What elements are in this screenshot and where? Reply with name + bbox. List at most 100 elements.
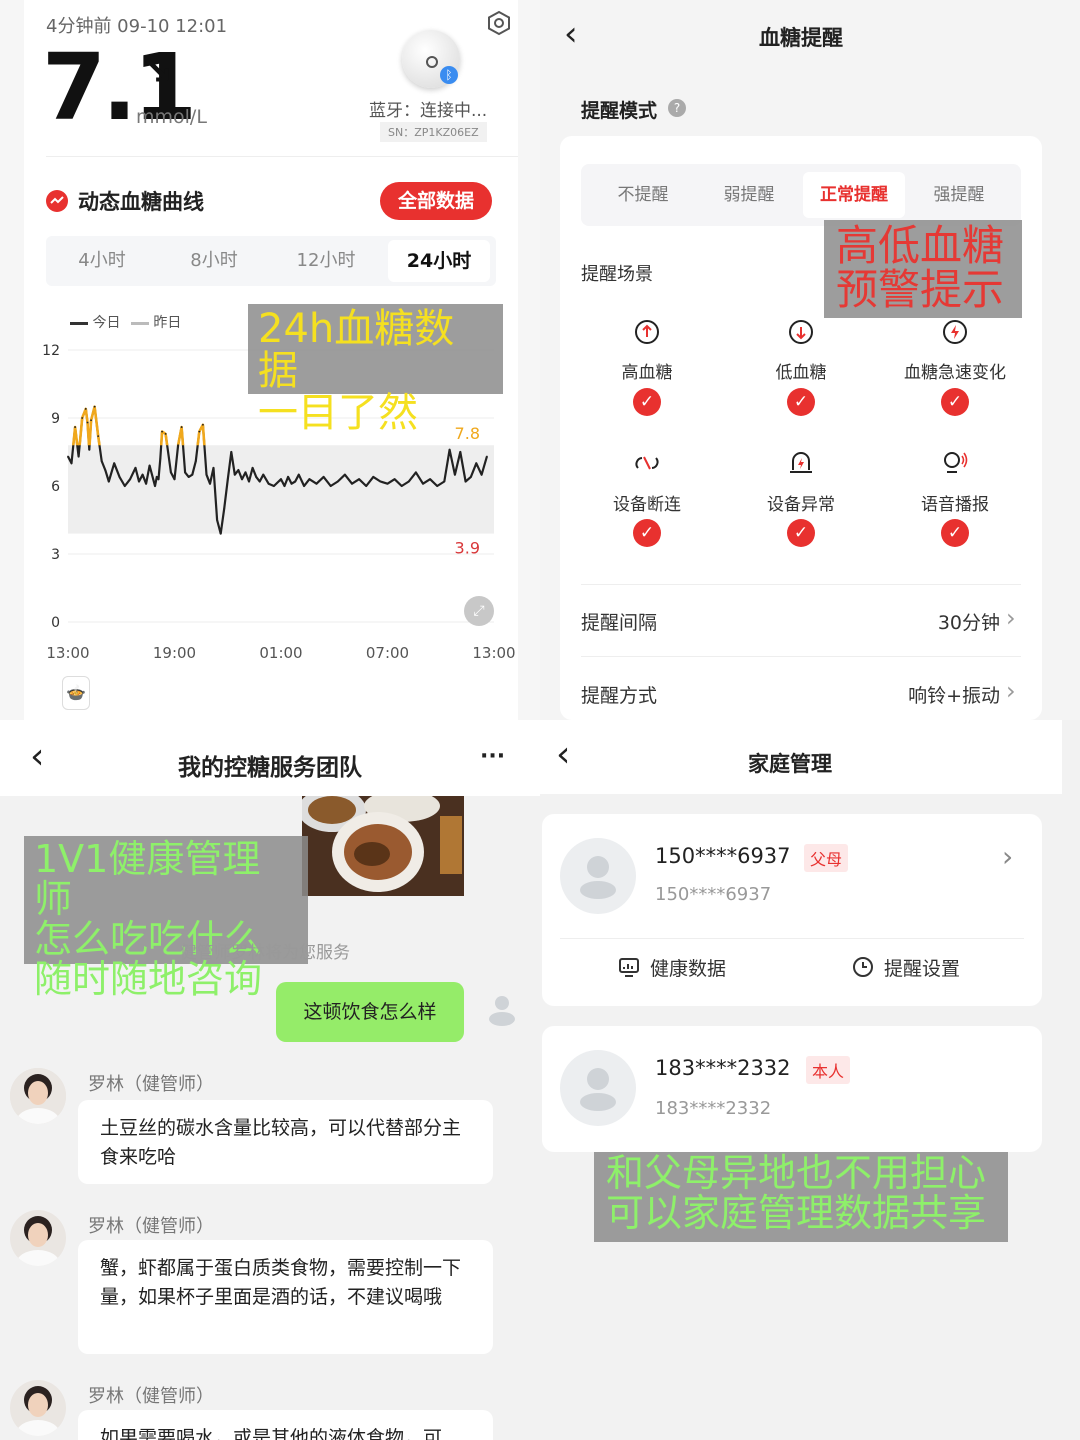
- method-value[interactable]: 响铃+振动: [860, 681, 1000, 708]
- scene-voice: 语音播报: [921, 495, 989, 515]
- data-point: [161, 430, 163, 433]
- health-data-link[interactable]: 健康数据: [650, 954, 726, 981]
- data-point: [219, 532, 222, 535]
- tab-12h[interactable]: 12小时: [278, 236, 374, 286]
- glucose-panel: 4分钟前 09-10 12:01 7.1 ↘ mmol/L ᛒ 蓝牙：连接中..…: [0, 0, 540, 720]
- advisor-message[interactable]: 土豆丝的碳水含量比较高，可以代替部分主食来吃哈: [78, 1100, 493, 1184]
- sender-name: 罗林（健管师）: [88, 1216, 214, 1237]
- data-point: [113, 462, 116, 465]
- reminder-settings-link[interactable]: 提醒设置: [884, 954, 960, 981]
- divider: [46, 156, 518, 157]
- data-point: [470, 476, 472, 478]
- advisor-message[interactable]: 如果需要喝水，或是其他的液体食物，可: [78, 1410, 493, 1440]
- advisor-avatar[interactable]: [10, 1068, 66, 1124]
- chevron-right-icon[interactable]: ›: [1006, 604, 1016, 632]
- mode-weak[interactable]: 弱提醒: [697, 172, 801, 218]
- data-point: [107, 480, 110, 483]
- scene-rapid-check[interactable]: ✓: [941, 388, 969, 416]
- bluetooth-icon: ᛒ: [440, 66, 458, 84]
- tab-4h[interactable]: 4小时: [54, 236, 150, 286]
- glucose-card: 4分钟前 09-10 12:01 7.1 ↘ mmol/L ᛒ 蓝牙：连接中..…: [24, 0, 518, 720]
- more-icon[interactable]: ···: [480, 744, 505, 769]
- overlay-line: 高低血糖: [836, 221, 1005, 270]
- method-label: 提醒方式: [581, 685, 658, 707]
- scene-low-check[interactable]: ✓: [787, 388, 815, 416]
- page-title: 我的控糖服务团队: [178, 755, 362, 781]
- scene-voice-check[interactable]: ✓: [941, 519, 969, 547]
- data-point: [393, 478, 396, 481]
- chevron-right-icon[interactable]: ›: [1006, 677, 1016, 705]
- member-tag: 父母: [804, 844, 849, 872]
- mode-strong[interactable]: 强提醒: [907, 172, 1011, 218]
- data-point: [237, 469, 240, 472]
- curve-icon: [46, 190, 68, 212]
- meal-icon[interactable]: 🍲: [62, 676, 90, 710]
- data-point: [379, 480, 382, 483]
- data-point: [138, 480, 140, 483]
- mode-off[interactable]: 不提醒: [591, 172, 695, 218]
- overlay-line: 1V1健康管理师: [34, 837, 261, 921]
- data-point: [205, 473, 208, 476]
- data-point: [344, 473, 346, 476]
- divider: [581, 584, 1021, 585]
- scene-disconnect-check[interactable]: ✓: [633, 519, 661, 547]
- data-point: [230, 451, 233, 453]
- interval-label: 提醒间隔: [581, 612, 658, 634]
- data-point: [198, 430, 201, 433]
- chevron-right-icon[interactable]: ›: [1002, 840, 1013, 873]
- advisor-avatar[interactable]: [10, 1210, 66, 1266]
- glucose-unit: mmol/L: [136, 106, 207, 128]
- tab-8h[interactable]: 8小时: [166, 236, 262, 286]
- help-icon[interactable]: ?: [668, 99, 686, 117]
- tab-24h[interactable]: 24小时: [388, 240, 490, 282]
- data-point: [415, 471, 417, 474]
- member-card[interactable]: 150****6937 父母 150****6937 › 健康数据 提醒设置: [542, 814, 1042, 1006]
- data-point: [81, 417, 84, 419]
- data-point: [436, 485, 439, 487]
- data-point: [329, 485, 332, 487]
- broken-link-icon: [632, 448, 662, 478]
- data-point: [70, 462, 73, 465]
- data-point: [202, 423, 204, 426]
- expand-icon[interactable]: ⤢: [464, 596, 494, 626]
- arrow-up-icon: [632, 316, 662, 346]
- advisor-message[interactable]: 蟹，虾都属于蛋白质类食物，需要控制一下量，如果杯子里面是酒的话，不建议喝哦: [78, 1240, 493, 1354]
- bluetooth-status: 蓝牙：连接中...: [369, 101, 488, 121]
- legend-today-swatch: [70, 321, 88, 325]
- data-point: [152, 478, 155, 481]
- settings-hex-icon[interactable]: [486, 10, 512, 36]
- x-tick-label: 19:00: [153, 644, 196, 662]
- data-point: [448, 448, 451, 451]
- data-point: [400, 485, 403, 487]
- data-point: [287, 476, 289, 478]
- data-point: [157, 478, 160, 481]
- user-message-bubble[interactable]: 这顿饮食怎么样: [276, 982, 464, 1042]
- member-tag: 本人: [806, 1056, 851, 1084]
- mode-normal[interactable]: 正常提醒: [803, 172, 905, 218]
- data-point: [93, 405, 96, 408]
- data-point: [145, 482, 147, 485]
- data-point: [248, 480, 250, 483]
- advisor-avatar[interactable]: [10, 1380, 66, 1436]
- data-point: [100, 460, 103, 462]
- meal-photo[interactable]: [302, 796, 464, 896]
- data-point: [77, 455, 80, 458]
- divider: [581, 656, 1021, 657]
- data-point: [88, 448, 91, 451]
- x-tick-label: 07:00: [366, 644, 409, 662]
- legend-yesterday-swatch: [130, 321, 149, 325]
- data-point: [67, 455, 69, 458]
- data-point: [187, 476, 190, 478]
- team-panel: ‹ 我的控糖服务团队 ··· 1V1健康管理师 怎么吃吃什么 随时随地咨询 健管…: [0, 720, 540, 1440]
- y-tick-label: 0: [51, 615, 60, 631]
- all-data-button[interactable]: 全部数据: [380, 182, 492, 220]
- data-point: [386, 482, 389, 485]
- member-card[interactable]: 183****2332 本人 183****2332: [542, 1026, 1042, 1152]
- scene-device-error-check[interactable]: ✓: [787, 519, 815, 547]
- member-subtitle: 150****6937: [655, 884, 772, 905]
- interval-value[interactable]: 30分钟: [900, 608, 1000, 635]
- data-point: [177, 444, 179, 447]
- mode-selector: 不提醒 弱提醒 正常提醒 强提醒: [581, 164, 1021, 226]
- promo-overlay-reminder: 高低血糖 预警提示: [824, 220, 1022, 318]
- scene-high-check[interactable]: ✓: [633, 388, 661, 416]
